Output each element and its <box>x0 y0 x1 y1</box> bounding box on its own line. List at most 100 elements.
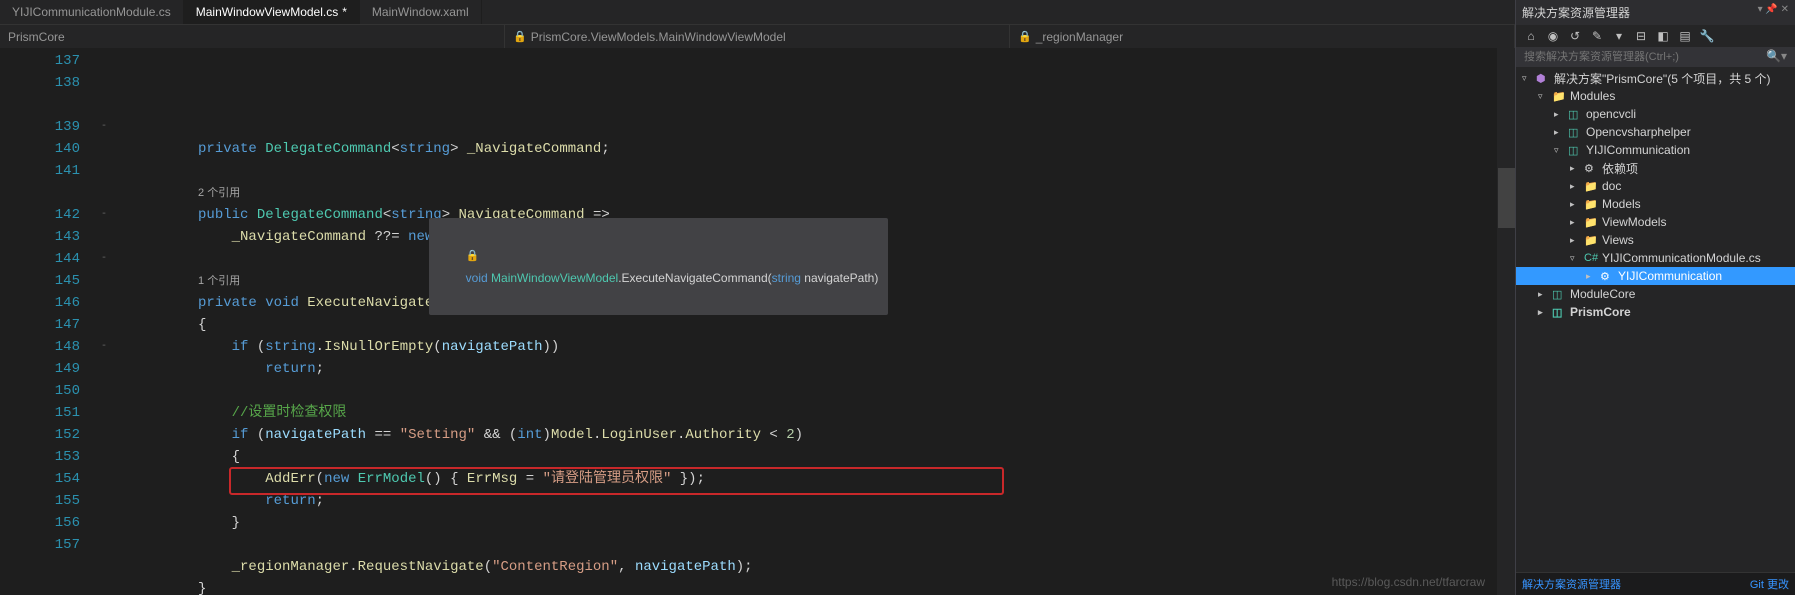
code-line[interactable]: //设置时检查权限 <box>114 402 1497 424</box>
expand-icon[interactable]: ▸ <box>1570 235 1580 246</box>
expand-icon[interactable]: ▸ <box>1570 199 1580 210</box>
tree-item-label: YIJICommunication <box>1618 269 1722 283</box>
tree-item[interactable]: ▸ 📁 ViewModels <box>1516 213 1795 231</box>
show-all-icon[interactable]: ◧ <box>1654 29 1672 43</box>
properties-icon[interactable]: ▤ <box>1676 29 1694 43</box>
expand-icon[interactable]: ▸ <box>1554 109 1564 120</box>
tab-git-changes[interactable]: Git 更改 <box>1750 576 1789 592</box>
tree-item[interactable]: ▸ ◫ PrismCore <box>1516 303 1795 321</box>
tree-item[interactable]: ▿ ⬢ 解决方案"PrismCore"(5 个项目，共 5 个) <box>1516 69 1795 87</box>
item-icon: ⚙ <box>1600 270 1614 283</box>
item-icon: ⚙ <box>1584 162 1598 175</box>
tree-item[interactable]: ▸📁Models <box>1516 195 1795 213</box>
watermark: https://blog.csdn.net/tfarcraw <box>1332 575 1485 589</box>
sync-icon[interactable]: ↺ <box>1566 29 1584 43</box>
tree-item-label: 解决方案"PrismCore"(5 个项目，共 5 个) <box>1554 70 1771 87</box>
tree-item-label: doc <box>1602 179 1621 193</box>
fold-icon: 📁 <box>1584 216 1598 229</box>
tree-item-label: YIJICommunicationModule.cs <box>1602 251 1761 265</box>
tree-item-label: opencvcli <box>1586 107 1636 121</box>
scroll-thumb[interactable] <box>1498 168 1515 228</box>
solution-search[interactable]: 🔍▾ <box>1516 47 1795 67</box>
code-line[interactable]: private DelegateCommand<string> _Navigat… <box>114 138 1497 160</box>
lock-icon: 🔒 <box>1018 30 1032 43</box>
sln-icon: ⬢ <box>1536 72 1550 85</box>
tree-item[interactable]: ▿◫YIJICommunication <box>1516 141 1795 159</box>
filter-icon[interactable]: ▾ <box>1610 29 1628 43</box>
code-line[interactable]: _regionManager.RequestNavigate("ContentR… <box>114 556 1497 578</box>
tree-item[interactable]: ▸📁doc <box>1516 177 1795 195</box>
lock-icon: 🔒 <box>513 30 527 43</box>
tree-item[interactable]: ▸ ⚙ YIJICommunication <box>1516 267 1795 285</box>
proj-icon: ◫ <box>1568 126 1582 139</box>
wrench-icon[interactable]: 🔧 <box>1698 29 1716 43</box>
search-icon[interactable]: 🔍▾ <box>1762 49 1791 65</box>
tree-item[interactable]: ▸ 📁 Views <box>1516 231 1795 249</box>
breadcrumb[interactable]: 🔒_regionManager <box>1010 25 1515 48</box>
back-icon[interactable]: ◉ <box>1544 29 1562 43</box>
fold-icon: 📁 <box>1584 234 1598 247</box>
code-line[interactable]: } <box>114 578 1497 595</box>
tab-mainwindowviewmodel-cs[interactable]: MainWindowViewModel.cs <box>184 0 360 24</box>
code-line[interactable] <box>114 534 1497 556</box>
expand-icon[interactable]: ▸ <box>1538 289 1548 300</box>
tree-item-label: Views <box>1602 233 1634 247</box>
tree-item-label: YIJICommunication <box>1586 143 1690 157</box>
code-wrap: 137138 139140141 14214314414514614714814… <box>0 48 1515 595</box>
editor-area: YIJICommunicationModule.csMainWindowView… <box>0 0 1515 595</box>
expand-icon[interactable]: ▸ <box>1570 163 1580 174</box>
solution-toolbar[interactable]: ⌂ ◉ ↺ ✎ ▾ ⊟ ◧ ▤ 🔧 <box>1516 25 1795 47</box>
home-icon[interactable]: ⌂ <box>1522 29 1540 43</box>
expand-icon[interactable]: ▿ <box>1570 253 1580 264</box>
fold-column: - --- <box>94 48 114 595</box>
expand-icon[interactable]: ▸ <box>1554 127 1564 138</box>
expand-icon[interactable]: ▸ <box>1586 271 1596 282</box>
solution-explorer: 解决方案资源管理器 ▾ 📌 ✕ ⌂ ◉ ↺ ✎ ▾ ⊟ ◧ ▤ 🔧 🔍▾ ▿ ⬢ 解… <box>1515 0 1795 595</box>
expand-icon[interactable]: ▸ <box>1538 307 1548 318</box>
code-line[interactable]: { <box>114 314 1497 336</box>
tab-solution-explorer[interactable]: 解决方案资源管理器 <box>1522 576 1621 592</box>
code-line[interactable]: return; <box>114 358 1497 380</box>
tree-item[interactable]: ▿📁Modules <box>1516 87 1795 105</box>
panel-title-bar: 解决方案资源管理器 ▾ 📌 ✕ <box>1516 0 1795 25</box>
tree-item-label: ModuleCore <box>1570 287 1635 301</box>
tree-item-label: ViewModels <box>1602 215 1666 229</box>
brush-icon[interactable]: ✎ <box>1588 29 1606 43</box>
collapse-icon[interactable]: ⊟ <box>1632 29 1650 43</box>
solution-tree[interactable]: ▿⬢解决方案"PrismCore"(5 个项目，共 5 个)▿📁Modules▸… <box>1516 67 1795 572</box>
breadcrumb[interactable]: PrismCore <box>0 25 505 48</box>
tree-item[interactable]: ▿ C# YIJICommunicationModule.cs <box>1516 249 1795 267</box>
code-line[interactable]: { <box>114 446 1497 468</box>
vertical-scrollbar[interactable] <box>1497 48 1515 595</box>
code-line[interactable]: if (navigatePath == "Setting" && (int)Mo… <box>114 424 1497 446</box>
tree-item[interactable]: ▸◫Opencvsharphelper <box>1516 123 1795 141</box>
line-number-gutter: 137138 139140141 14214314414514614714814… <box>24 48 94 595</box>
panel-title-controls[interactable]: ▾ 📌 ✕ <box>1758 4 1789 21</box>
breadcrumb[interactable]: 🔒PrismCore.ViewModels.MainWindowViewMode… <box>505 25 1010 48</box>
expand-icon[interactable]: ▸ <box>1570 217 1580 228</box>
highlight-box <box>229 467 1004 495</box>
tab-bar: YIJICommunicationModule.csMainWindowView… <box>0 0 1515 24</box>
tree-item-label: PrismCore <box>1570 305 1631 319</box>
code-line[interactable]: 2 个引用 <box>114 182 1497 204</box>
panel-bottom-tabs[interactable]: 解决方案资源管理器 Git 更改 <box>1516 572 1795 595</box>
tree-item[interactable]: ▸◫opencvcli <box>1516 105 1795 123</box>
code-line[interactable] <box>114 160 1497 182</box>
search-input[interactable] <box>1520 49 1762 65</box>
expand-icon[interactable]: ▿ <box>1538 91 1548 102</box>
expand-icon[interactable]: ▿ <box>1522 73 1532 84</box>
code-line[interactable] <box>114 380 1497 402</box>
tree-item[interactable]: ▸ ◫ ModuleCore <box>1516 285 1795 303</box>
tab-yijicommunicationmodule-cs[interactable]: YIJICommunicationModule.cs <box>0 0 184 24</box>
code-body[interactable]: 🔒 void MainWindowViewModel.ExecuteNaviga… <box>114 48 1497 595</box>
code-line[interactable]: } <box>114 512 1497 534</box>
tree-item[interactable]: ▸⚙依赖项 <box>1516 159 1795 177</box>
proj-icon: ◫ <box>1552 306 1566 319</box>
cs-icon: C# <box>1584 252 1598 264</box>
expand-icon[interactable]: ▸ <box>1570 181 1580 192</box>
code-line[interactable]: if (string.IsNullOrEmpty(navigatePath)) <box>114 336 1497 358</box>
breadcrumb-bar: PrismCore🔒PrismCore.ViewModels.MainWindo… <box>0 24 1515 48</box>
expand-icon[interactable]: ▿ <box>1554 145 1564 156</box>
proj-icon: ◫ <box>1552 288 1566 301</box>
tab-mainwindow-xaml[interactable]: MainWindow.xaml <box>360 0 482 24</box>
